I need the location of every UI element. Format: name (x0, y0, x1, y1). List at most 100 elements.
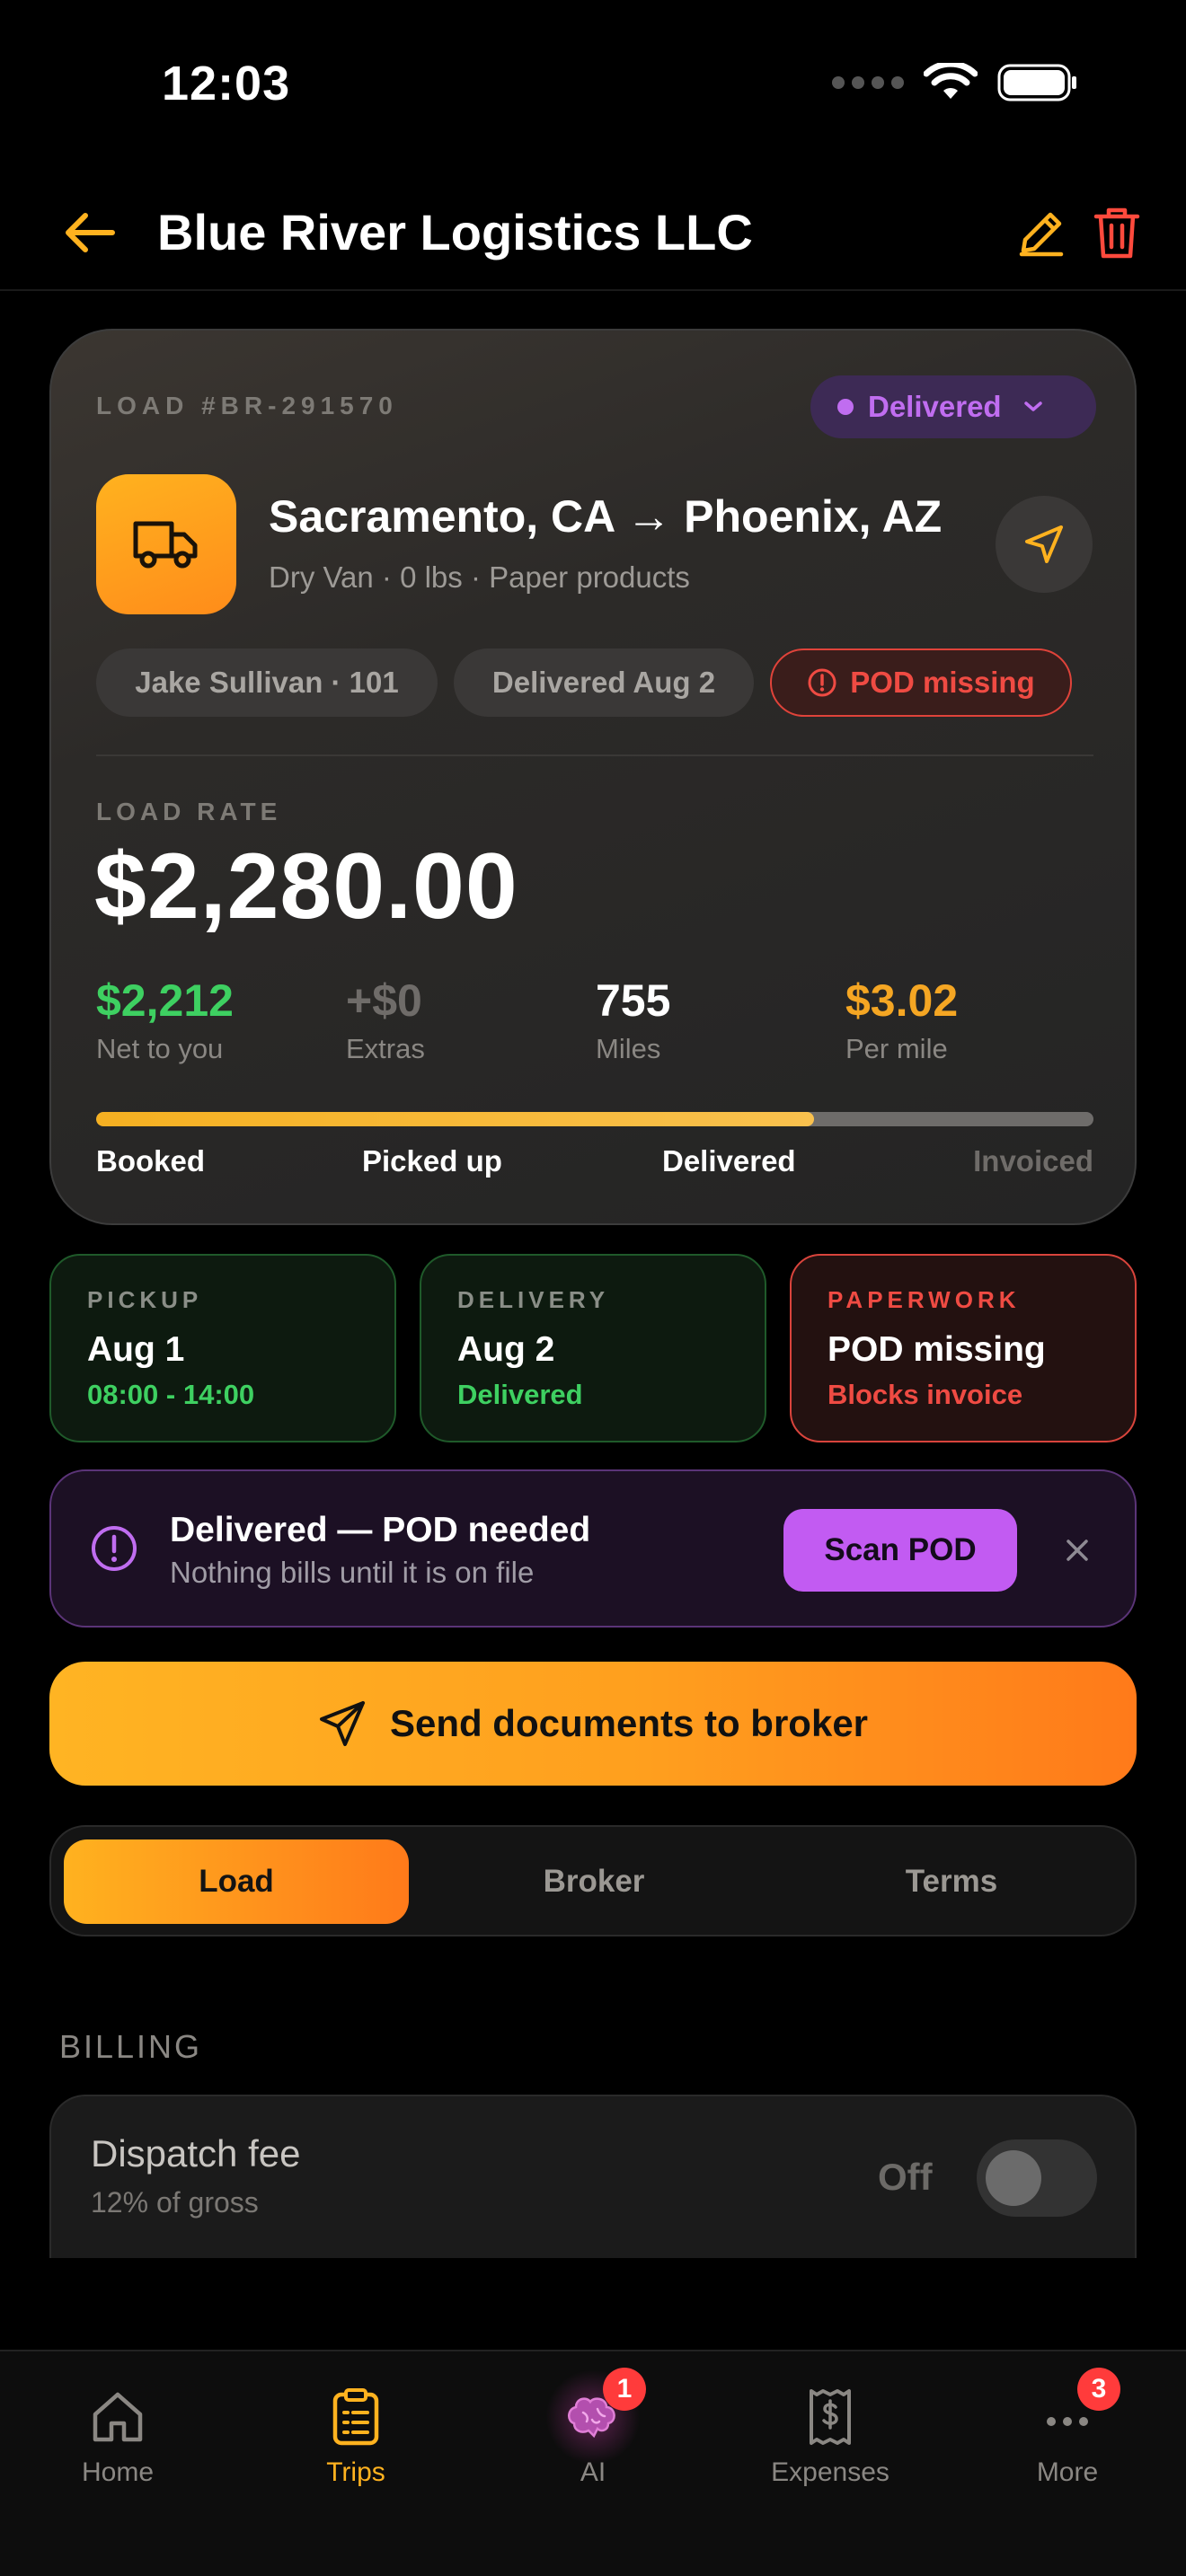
progress-fill (96, 1112, 815, 1126)
delivery-tile[interactable]: DELIVERY Aug 2 Delivered (420, 1254, 766, 1442)
stat-net: $2,212 Net to you (96, 975, 234, 1065)
alert-circle-icon (808, 668, 836, 697)
scan-pod-button[interactable]: Scan POD (783, 1509, 1017, 1592)
nav-home[interactable]: Home (28, 2386, 208, 2488)
chevron-down-icon (1023, 401, 1042, 411)
load-number: LOAD #BR-291570 (96, 392, 398, 419)
tab-broker[interactable]: Broker (421, 1839, 766, 1924)
alert-circle-icon (92, 1526, 137, 1571)
stat-label: Net to you (96, 1033, 224, 1064)
bottom-navigation: Home Trips 1 AI Expenses 3 More (0, 2350, 1186, 2576)
home-icon (93, 2392, 143, 2442)
tab-load[interactable]: Load (64, 1839, 409, 1924)
step-booked: Booked (96, 1144, 206, 1178)
pod-missing-chip[interactable]: POD missing (770, 648, 1072, 717)
wifi-icon (924, 63, 978, 99)
tile-key: PICKUP (87, 1286, 203, 1313)
step-delivered: Delivered (662, 1144, 796, 1178)
clipboard-icon (332, 2388, 379, 2446)
alert-title: Delivered — POD needed (170, 1511, 591, 1549)
nav-ai[interactable]: 1 AI (503, 2368, 683, 2488)
send-documents-button[interactable]: Send documents to broker (49, 1662, 1137, 1786)
paperwork-tile[interactable]: PAPERWORK POD missing Blocks invoice (790, 1254, 1137, 1442)
tab-terms[interactable]: Terms (779, 1839, 1124, 1924)
dispatch-fee-row: Dispatch fee 12% of gross Off (49, 2095, 1137, 2258)
dispatch-fee-title: Dispatch fee (91, 2132, 301, 2175)
pencil-icon (1019, 212, 1064, 257)
load-details: Dry Van · 0 lbs · Paper products (269, 560, 690, 594)
tile-key: DELIVERY (457, 1286, 610, 1313)
pickup-tile[interactable]: PICKUP Aug 1 08:00 - 14:00 (49, 1254, 396, 1442)
pod-alert-banner: Delivered — POD needed Nothing bills unt… (49, 1469, 1137, 1628)
step-invoiced: Invoiced (973, 1144, 1093, 1178)
dispatch-fee-toggle[interactable] (977, 2139, 1097, 2217)
send-icon (319, 1701, 365, 1746)
nav-more[interactable]: 3 More (978, 2368, 1157, 2488)
stat-label: Per mile (845, 1033, 948, 1064)
tile-sub: Blocks invoice (828, 1379, 1023, 1410)
tile-title: Aug 1 (87, 1330, 185, 1369)
page-title: Blue River Logistics LLC (157, 204, 753, 260)
stat-label: Miles (596, 1033, 661, 1064)
delivered-date-chip: Delivered Aug 2 (454, 648, 754, 717)
stat-miles: 755 Miles (596, 975, 670, 1065)
cellular-signal-icon (832, 76, 904, 89)
billing-section-label: BILLING (59, 2028, 203, 2065)
dispatch-fee-subtitle: 12% of gross (91, 2186, 259, 2219)
toggle-state-label: Off (878, 2156, 933, 2198)
stat-value: 755 (596, 975, 671, 1026)
nav-label: Home (81, 2457, 155, 2487)
notification-badge: 1 (603, 2368, 646, 2411)
pod-missing-label: POD missing (850, 666, 1035, 699)
tile-sub: 08:00 - 14:00 (87, 1379, 255, 1410)
stat-value: +$0 (346, 975, 422, 1026)
stat-per-mile: $3.02 Per mile (845, 975, 958, 1065)
stat-label: Extras (346, 1033, 425, 1064)
close-icon[interactable] (1058, 1531, 1097, 1570)
truck-icon (133, 521, 198, 569)
send-documents-label: Send documents to broker (389, 1702, 869, 1744)
divider (96, 754, 1093, 756)
rate-label: LOAD RATE (96, 798, 282, 825)
battery-icon (997, 64, 1076, 101)
tile-title: Aug 2 (457, 1330, 555, 1369)
alert-subtitle: Nothing bills until it is on file (170, 1556, 535, 1589)
driver-chip[interactable]: Jake Sullivan · 101 (96, 648, 438, 717)
load-rate: $2,280.00 (94, 834, 518, 939)
nav-expenses[interactable]: Expenses (740, 2386, 920, 2488)
status-time: 12:03 (162, 57, 291, 110)
stat-value: $2,212 (96, 975, 234, 1026)
delete-button[interactable] (1085, 201, 1148, 264)
load-card: LOAD #BR-291570 Delivered Sacramento, CA… (49, 329, 1137, 1225)
status-progress-bar (96, 1112, 1093, 1126)
arrow-left-icon (66, 213, 115, 252)
status-label: Delivered (868, 390, 1002, 423)
status-dot (837, 399, 854, 415)
navigation-arrow-icon (1025, 525, 1063, 563)
stat-extras: +$0 Extras (346, 975, 425, 1065)
back-button[interactable] (58, 201, 120, 264)
notification-badge: 3 (1077, 2368, 1120, 2411)
tile-sub: Delivered (457, 1379, 583, 1410)
step-picked-up: Picked up (362, 1144, 502, 1178)
navigate-button[interactable] (996, 496, 1093, 593)
status-icons (832, 63, 1078, 102)
receipt-icon (810, 2389, 851, 2445)
toggle-knob (986, 2150, 1041, 2206)
detail-tabs: Load Broker Terms (49, 1825, 1137, 1936)
tile-key: PAPERWORK (828, 1286, 1021, 1313)
status-dropdown[interactable]: Delivered (810, 375, 1096, 438)
progress-steps: Booked Picked up Delivered Invoiced (96, 1144, 1093, 1184)
stat-value: $3.02 (845, 975, 959, 1026)
app-header: Blue River Logistics LLC (0, 171, 1186, 291)
nav-label: Expenses (771, 2457, 890, 2487)
route-title: Sacramento, CA → Phoenix, AZ (269, 491, 943, 542)
truck-tile (96, 474, 236, 614)
nav-label: Trips (326, 2457, 385, 2487)
trash-icon (1093, 207, 1140, 259)
nav-label: More (1036, 2457, 1099, 2487)
tile-title: POD missing (828, 1330, 1046, 1369)
edit-button[interactable] (1010, 201, 1073, 264)
status-bar: 12:03 (0, 0, 1186, 171)
nav-trips[interactable]: Trips (266, 2386, 446, 2488)
